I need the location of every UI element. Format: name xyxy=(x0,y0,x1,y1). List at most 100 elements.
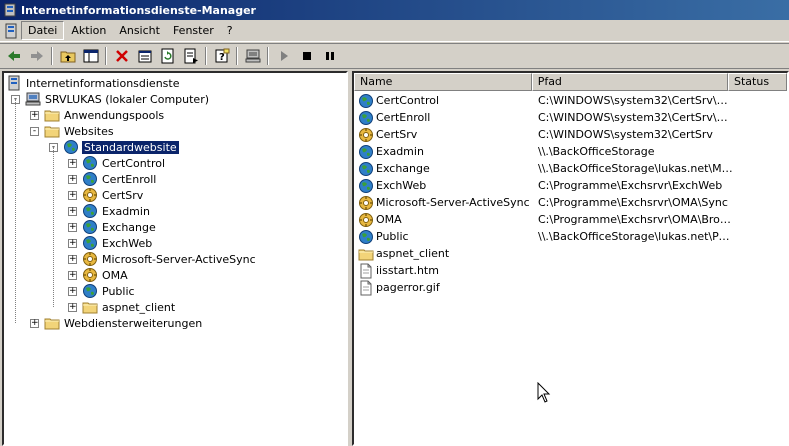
back-icon xyxy=(7,51,20,61)
tree-expander[interactable]: + xyxy=(68,175,77,184)
gear-icon xyxy=(359,212,373,227)
list-item-name: Exchange xyxy=(376,162,430,175)
title-bar[interactable]: Internetinformationsdienste-Manager xyxy=(0,0,789,20)
tree-node[interactable]: Exadmin xyxy=(82,203,151,219)
tree-node[interactable]: ExchWeb xyxy=(82,235,153,251)
list-pane[interactable]: Name Pfad Status CertControl C:\WINDOWS\s… xyxy=(352,71,789,446)
tree-expander[interactable]: - xyxy=(30,127,39,136)
list-item[interactable]: CertEnroll C:\WINDOWS\system32\CertSrv\Ce… xyxy=(354,109,734,126)
tree-expander[interactable]: + xyxy=(30,319,39,328)
stop-button[interactable] xyxy=(295,45,318,67)
tree-node[interactable]: Internetinformationsdienste xyxy=(6,75,180,91)
tree-node-label: SRVLUKAS (lokaler Computer) xyxy=(45,92,210,106)
tree-node[interactable]: SRVLUKAS (lokaler Computer) xyxy=(25,91,210,107)
toolbar: ? xyxy=(0,43,789,69)
globe-icon xyxy=(359,161,373,176)
start-button[interactable] xyxy=(272,45,295,67)
computer-button[interactable] xyxy=(241,45,264,67)
tree-node[interactable]: Microsoft-Server-ActiveSync xyxy=(82,251,257,267)
menu-datei[interactable]: Datei xyxy=(21,21,65,40)
list-item-name-cell: ExchWeb xyxy=(354,178,534,194)
system-menu-icon[interactable] xyxy=(3,23,19,39)
tree-pane[interactable]: Internetinformationsdienste - SRVLUKAS (lo… xyxy=(2,71,348,446)
list-item-path: C:\WINDOWS\system32\CertSrv\Ce... xyxy=(538,111,734,124)
tree-node[interactable]: Exchange xyxy=(82,219,157,235)
show-hide-tree-icon xyxy=(83,49,98,63)
list-item[interactable]: OMA C:\Programme\Exchsrvr\OMA\Browse xyxy=(354,211,734,228)
column-header-path[interactable]: Pfad xyxy=(531,73,729,91)
column-header-name[interactable]: Name xyxy=(354,73,532,91)
back-button[interactable] xyxy=(2,45,25,67)
list-item[interactable]: iisstart.htm xyxy=(354,262,734,279)
pause-button[interactable] xyxy=(318,45,341,67)
list-item-path: C:\WINDOWS\system32\CertSrv\Ce... xyxy=(538,94,734,107)
export-list-button[interactable] xyxy=(179,45,202,67)
menu-fenster[interactable]: Fenster xyxy=(167,22,220,39)
tree-expander[interactable]: + xyxy=(68,271,77,280)
tree-node-label: Webdiensterweiterungen xyxy=(64,316,203,330)
tree-node-label: Websites xyxy=(64,124,114,138)
list-item-name-cell: OMA xyxy=(354,212,534,228)
tree-expander[interactable]: + xyxy=(68,223,77,232)
gear-icon xyxy=(359,127,373,142)
list-item-name-cell: Microsoft-Server-ActiveSync xyxy=(354,195,534,211)
tree-node[interactable]: Anwendungspools xyxy=(44,107,165,123)
tree-expander[interactable]: + xyxy=(68,287,77,296)
tree-node-label: CertControl xyxy=(102,156,166,170)
tree-node[interactable]: Standardwebsite xyxy=(63,139,180,155)
column-header-status[interactable]: Status xyxy=(728,73,787,91)
tree-node[interactable]: CertControl xyxy=(82,155,166,171)
list-item-name: Exadmin xyxy=(376,145,424,158)
tree-node-label: Internetinformationsdienste xyxy=(26,76,180,90)
tree-expander[interactable]: + xyxy=(68,239,77,248)
gear-icon xyxy=(83,252,97,266)
list-item[interactable]: Exchange \\.\BackOfficeStorage\lukas.net\… xyxy=(354,160,734,177)
tree-node-label: Standardwebsite xyxy=(81,139,180,155)
globe-icon xyxy=(83,236,97,250)
tree-node-label: OMA xyxy=(102,268,128,282)
tree-node-label: Anwendungspools xyxy=(64,108,165,122)
tree-expander[interactable]: + xyxy=(30,111,39,120)
help-button[interactable]: ? xyxy=(210,45,233,67)
list-item[interactable]: pagerror.gif xyxy=(354,279,734,296)
menu-aktion[interactable]: Aktion xyxy=(65,22,112,39)
globe-icon xyxy=(359,229,373,244)
mouse-cursor-icon xyxy=(537,382,551,403)
list-item[interactable]: CertControl C:\WINDOWS\system32\CertSrv\C… xyxy=(354,92,734,109)
tree-expander[interactable]: + xyxy=(68,303,77,312)
tree-node[interactable]: Public xyxy=(82,283,136,299)
tree-node[interactable]: aspnet_client xyxy=(82,299,176,315)
list-item[interactable]: CertSrv C:\WINDOWS\system32\CertSrv xyxy=(354,126,734,143)
tree-node[interactable]: Webdiensterweiterungen xyxy=(44,315,203,331)
play-icon xyxy=(280,51,288,61)
list-item[interactable]: ExchWeb C:\Programme\Exchsrvr\ExchWeb xyxy=(354,177,734,194)
tree-node[interactable]: OMA xyxy=(82,267,129,283)
tree-node[interactable]: Websites xyxy=(44,123,115,139)
properties-button[interactable] xyxy=(133,45,156,67)
forward-button[interactable] xyxy=(25,45,48,67)
tree-node[interactable]: CertEnroll xyxy=(82,171,157,187)
up-one-level-button[interactable] xyxy=(56,45,79,67)
refresh-button[interactable] xyxy=(156,45,179,67)
tree-node-label: CertEnroll xyxy=(102,172,157,186)
list-item[interactable]: aspnet_client xyxy=(354,245,734,262)
delete-button[interactable] xyxy=(110,45,133,67)
tree-expander[interactable]: + xyxy=(68,191,77,200)
menu-ansicht[interactable]: Ansicht xyxy=(113,22,166,39)
list-item[interactable]: Exadmin \\.\BackOfficeStorage xyxy=(354,143,734,160)
tree-expander[interactable]: + xyxy=(68,255,77,264)
file-icon xyxy=(360,280,372,295)
tree-expander[interactable]: + xyxy=(68,159,77,168)
show-hide-tree-button[interactable] xyxy=(79,45,102,67)
menu-help[interactable]: ? xyxy=(221,22,239,39)
file-icon xyxy=(360,263,372,278)
toolbar-separator xyxy=(205,47,207,65)
list-item[interactable]: Microsoft-Server-ActiveSync C:\Programme\… xyxy=(354,194,734,211)
tree-connector-line xyxy=(53,147,54,307)
globe-icon xyxy=(83,156,97,170)
tree-expander[interactable]: + xyxy=(68,207,77,216)
tree-node[interactable]: CertSrv xyxy=(82,187,144,203)
list-item-name: ExchWeb xyxy=(376,179,427,192)
globe-icon xyxy=(359,110,373,125)
list-item[interactable]: Public \\.\BackOfficeStorage\lukas.net\Pu… xyxy=(354,228,734,245)
